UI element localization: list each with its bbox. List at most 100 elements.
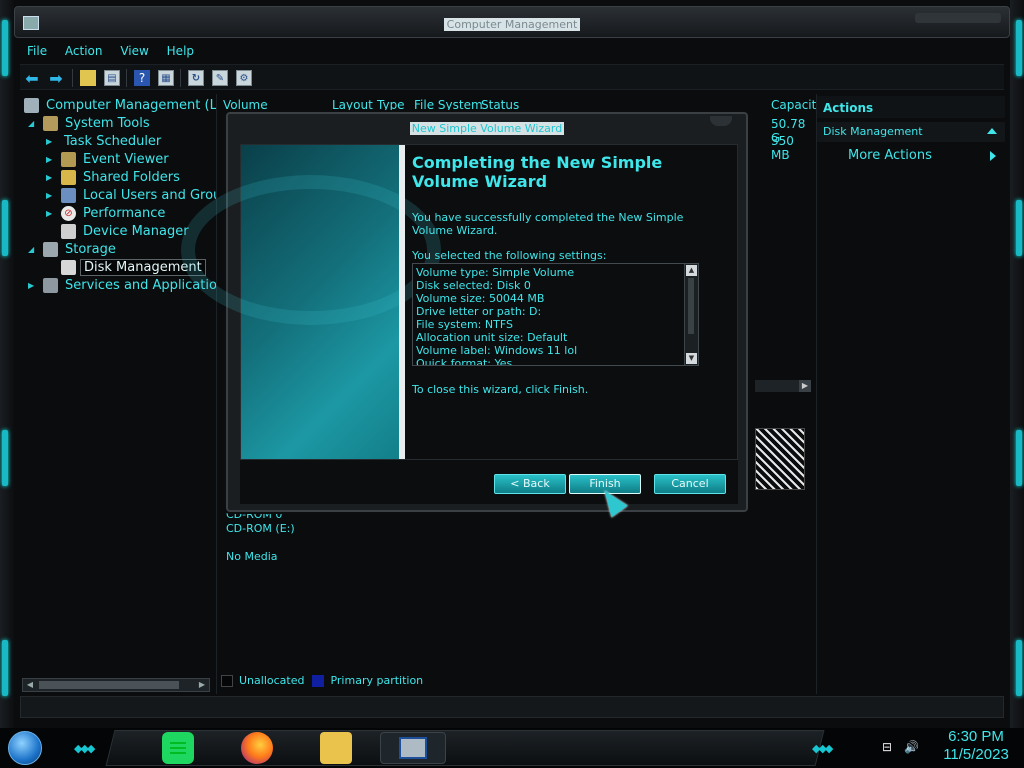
window-left-edge <box>0 0 14 728</box>
expand-arrow-icon[interactable]: ▶ <box>46 137 58 146</box>
cdrom-drive-label: CD-ROM (E:) <box>226 522 295 535</box>
legend-unallocated: Unallocated <box>239 674 305 687</box>
tree-item-event-viewer[interactable]: ▶ Event Viewer <box>46 150 172 168</box>
scroll-right-icon[interactable]: ▶ <box>799 380 811 392</box>
back-button[interactable]: < Back <box>494 474 566 494</box>
clock-date: 11/5/2023 <box>943 746 1009 763</box>
legend-primary-partition: Primary partition <box>330 674 424 687</box>
properties-icon[interactable]: ▦ <box>158 70 174 86</box>
setting-line: Volume type: Simple Volume <box>416 266 575 279</box>
status-bar <box>20 696 1004 718</box>
storage-icon <box>43 241 58 257</box>
firefox-icon[interactable] <box>241 732 273 764</box>
forward-arrow-icon[interactable]: ➡ <box>48 69 64 88</box>
tree-item-system-tools[interactable]: ◢ System Tools <box>28 114 153 132</box>
services-icon <box>43 277 58 293</box>
collapse-arrow-icon[interactable]: ◢ <box>28 119 40 128</box>
capacity-value: 350 MB <box>771 134 794 162</box>
window-title: Computer Management <box>443 18 581 31</box>
tree-horizontal-scrollbar[interactable]: ◀ ▶ <box>22 678 210 692</box>
toolbar: ⬅ ➡ ▤ ? ▦ ↻ ✎ ⚙ <box>20 64 1004 90</box>
computer-management-taskbar-icon[interactable] <box>380 732 446 764</box>
export-list-icon[interactable]: ✎ <box>212 70 228 86</box>
wizard-footer: < Back Finish Cancel <box>240 460 738 504</box>
menu-view[interactable]: View <box>113 42 155 60</box>
more-actions-arrow-icon[interactable] <box>990 151 996 161</box>
collapse-arrow-icon[interactable]: ◢ <box>28 245 40 254</box>
taskbar-chevron-icon: ◆◆◆ <box>74 742 95 755</box>
title-bar[interactable]: Computer Management <box>14 6 1010 38</box>
shared-folder-icon <box>61 169 76 185</box>
disk-icon <box>61 259 76 275</box>
tree-item-performance[interactable]: ▶ ⊘ Performance <box>46 204 168 222</box>
window-right-edge <box>1010 0 1024 728</box>
setting-line: Volume label: Windows 11 lol <box>416 344 578 357</box>
menu-action[interactable]: Action <box>58 42 110 60</box>
show-hide-tree-icon[interactable]: ▤ <box>104 70 120 86</box>
scrollbar-thumb[interactable] <box>688 278 694 334</box>
actions-header: Actions <box>817 96 1005 118</box>
setting-line: Volume size: 50044 MB <box>416 292 545 305</box>
actions-section-disk-management[interactable]: Disk Management <box>817 122 1005 142</box>
wizard-body: Completing the New Simple Volume Wizard … <box>181 144 738 460</box>
menu-bar: File Action View Help <box>20 42 1004 62</box>
menu-file[interactable]: File <box>20 42 54 60</box>
clock-time: 6:30 PM <box>948 728 1004 745</box>
scroll-up-icon[interactable]: ▲ <box>686 265 697 276</box>
scroll-left-icon[interactable]: ◀ <box>23 679 37 691</box>
tree-item-task-scheduler[interactable]: ▶ Task Scheduler <box>46 132 995 150</box>
refresh-icon[interactable]: ↻ <box>188 70 204 86</box>
start-orb-icon[interactable] <box>8 731 42 765</box>
graphical-view-scrollbar[interactable]: ▶ <box>755 380 811 392</box>
tree-item-computer-management[interactable]: Computer Management (Loc <box>24 96 235 114</box>
tree-item-device-manager[interactable]: Device Manager <box>61 222 192 240</box>
collapse-section-icon[interactable] <box>987 128 997 134</box>
scrollbar-thumb[interactable] <box>39 681 179 689</box>
expand-arrow-icon[interactable]: ▶ <box>46 155 58 164</box>
tools-icon <box>43 115 58 131</box>
cancel-button[interactable]: Cancel <box>654 474 726 494</box>
expand-arrow-icon[interactable]: ▶ <box>46 173 58 182</box>
expand-arrow-icon[interactable]: ▶ <box>46 209 58 218</box>
up-folder-icon[interactable] <box>80 70 96 86</box>
help-icon[interactable]: ? <box>134 70 150 86</box>
scroll-right-icon[interactable]: ▶ <box>195 679 209 691</box>
setting-line: Drive letter or path: D: <box>416 305 542 318</box>
users-icon <box>61 187 76 203</box>
taskbar-clock[interactable]: 6:30 PM 11/5/2023 <box>934 728 1018 764</box>
unallocated-region[interactable] <box>755 428 805 490</box>
volume-icon[interactable]: 🔊 <box>904 740 919 754</box>
console-tree: Computer Management (Loc ◢ System Tools … <box>20 94 995 694</box>
tree-item-local-users[interactable]: ▶ Local Users and Grou <box>46 186 224 204</box>
file-explorer-icon[interactable] <box>320 732 352 764</box>
primary-partition-swatch <box>312 674 325 687</box>
setting-line: Disk selected: Disk 0 <box>416 279 531 292</box>
setting-line: Quick format: Yes <box>416 357 513 366</box>
computer-icon <box>24 97 39 113</box>
wizard-side-graphic <box>181 145 441 459</box>
wizard-selected-label: You selected the following settings: <box>412 249 607 262</box>
scroll-down-icon[interactable]: ▼ <box>686 353 697 364</box>
more-actions-link[interactable]: More Actions <box>848 148 932 163</box>
tree-item-storage[interactable]: ◢ Storage <box>28 240 119 258</box>
settings-scrollbar[interactable]: ▲ ▼ <box>684 264 698 365</box>
partition-legend: Unallocated Primary partition <box>221 674 423 687</box>
settings-summary-box[interactable]: Volume type: Simple Volume Disk selected… <box>412 263 699 366</box>
tree-item-shared-folders[interactable]: ▶ Shared Folders <box>46 168 183 186</box>
window-controls[interactable] <box>915 13 1001 23</box>
back-arrow-icon[interactable]: ⬅ <box>24 69 40 88</box>
cdrom-media-status: No Media <box>226 550 278 563</box>
wizard-success-text: You have successfully completed the New … <box>412 211 684 237</box>
wizard-close-hint: To close this wizard, click Finish. <box>412 383 589 396</box>
setting-line: File system: NTFS <box>416 318 513 331</box>
spotify-icon[interactable] <box>162 732 194 764</box>
event-viewer-icon <box>61 151 76 167</box>
performance-icon: ⊘ <box>61 205 76 221</box>
disk-settings-icon[interactable]: ⚙ <box>236 70 252 86</box>
setting-line: Allocation unit size: Default <box>416 331 568 344</box>
menu-help[interactable]: Help <box>160 42 201 60</box>
taskbar-chevron-icon: ◆◆◆ <box>812 742 833 755</box>
expand-arrow-icon[interactable]: ▶ <box>46 191 58 200</box>
expand-arrow-icon[interactable]: ▶ <box>28 281 40 290</box>
network-icon[interactable]: ⊟ <box>880 740 894 754</box>
